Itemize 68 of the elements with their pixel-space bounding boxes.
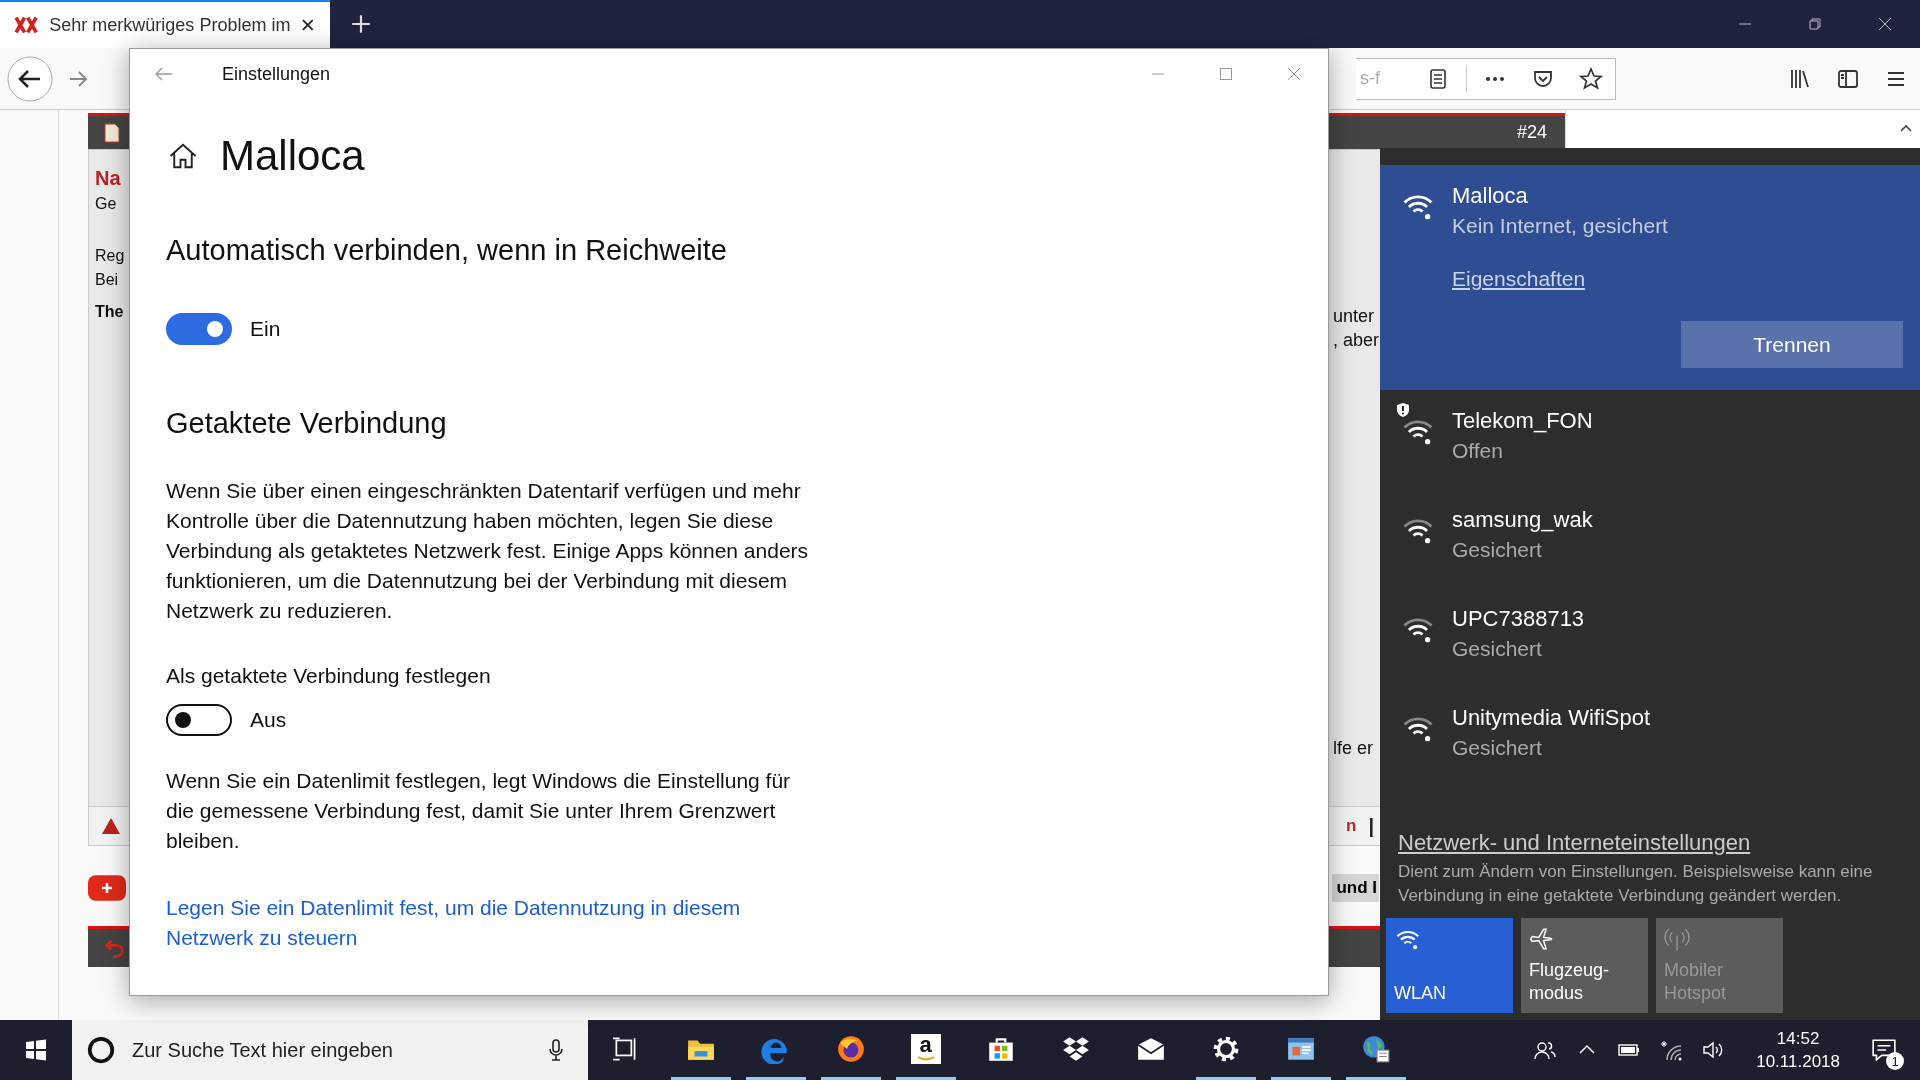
section-heading: Getaktete Verbindung	[166, 406, 447, 441]
search-box[interactable]: Zur Suche Text hier eingeben	[72, 1020, 588, 1080]
post-number: #24	[1516, 122, 1547, 143]
post-text: , aber	[1333, 329, 1381, 352]
network-item[interactable]: Telekom_FON Offen	[1380, 390, 1920, 489]
network-status: Gesichert	[1452, 537, 1543, 563]
network-item[interactable]: Unitymedia WifiSpot Gesichert	[1380, 687, 1920, 786]
circle-icon[interactable]	[86, 1035, 116, 1065]
toggle-switch[interactable]	[166, 313, 232, 345]
description-text: Wenn Sie ein Datenlimit festlegen, legt Windows die Einstellung für die gemessene Verbindung fest, damit Sie unter Ihrem Grenzwert bleiben.	[166, 768, 792, 854]
page-title: Malloca	[220, 131, 365, 181]
description-text: Wenn Sie über einen eingeschränkten Datentarif verfügen und mehr Kontrolle über die Datennutzung haben möchten, legen Sie diese Verbindung als getaktetes Netzwerk fest. Einige Apps können anders funktionieren, um die Datennutzung bei der Verbindung mit diesem Netzwerk zu reduzieren.	[166, 478, 810, 624]
network-name: UPC7388713	[1452, 605, 1585, 633]
home-icon[interactable]	[168, 141, 198, 171]
post-text: Ge	[95, 194, 118, 214]
clock[interactable]: 14:52 10.11.2018	[1742, 1028, 1854, 1072]
tag-label: und I	[1332, 874, 1379, 902]
network-name: Unitymedia WifiSpot	[1452, 704, 1651, 732]
star-icon[interactable]	[1579, 66, 1603, 91]
back-button[interactable]	[6, 54, 54, 103]
toggle-label: Aus	[250, 708, 287, 732]
plus-icon[interactable]	[350, 13, 372, 35]
network-status: Kein Internet, gesichert	[1452, 213, 1668, 239]
setting-label: Als getaktete Verbindung festlegen	[166, 663, 491, 689]
notification-count: 1	[1886, 1052, 1904, 1070]
antenna-icon	[1664, 926, 1690, 952]
network-settings-link[interactable]: Netzwerk- und Interneteinstellungen	[1398, 830, 1751, 856]
post-text: Na	[95, 166, 122, 191]
toggle-label: Ein	[250, 317, 281, 341]
wifi-icon[interactable]	[1659, 1038, 1684, 1062]
tab-title: Sehr merkwüriges Problem im	[49, 14, 291, 36]
network-status: Offen	[1452, 438, 1504, 464]
document-icon	[104, 122, 120, 143]
network-name: Malloca	[1452, 182, 1529, 210]
network-status: Gesichert	[1452, 636, 1543, 662]
window-title: Einstellungen	[222, 63, 331, 85]
post-text: unter	[1333, 305, 1376, 328]
network-item[interactable]: samsung_wak Gesichert	[1380, 489, 1920, 588]
network-name: Telekom_FON	[1452, 407, 1593, 435]
logo-icon	[14, 14, 40, 36]
network-status: Gesichert	[1452, 735, 1543, 761]
properties-link[interactable]: Eigenschaften	[1452, 267, 1586, 291]
browser-icon	[835, 1033, 866, 1064]
disconnect-button[interactable]: Trennen	[1681, 321, 1903, 368]
close-icon[interactable]	[300, 17, 316, 33]
globe-icon	[1360, 1033, 1391, 1064]
data-limit-link[interactable]: Legen Sie ein Datenlimit fest, um die Datennutzung in diesem Netzwerk zu steuern	[166, 893, 806, 953]
post-text: lfe er	[1333, 737, 1375, 760]
post-text: The	[95, 302, 125, 322]
network-name: samsung_wak	[1452, 506, 1593, 534]
quick-action-tile[interactable]: WLAN	[1386, 918, 1513, 1013]
post-text: Reg	[95, 246, 126, 266]
post-text: Bei	[95, 270, 120, 290]
app-icon: a	[910, 1033, 941, 1064]
section-heading: Automatisch verbinden, wenn in Reichweite	[166, 233, 727, 268]
airplane-icon	[1529, 926, 1555, 952]
search-field[interactable]: Zur Suche Text hier eingeben	[130, 1037, 530, 1063]
hint-text: Dient zum Ändern von Einstellungen. Beispielsweise kann eine Verbindung in eine getaktete Verbindung geändert werden.	[1398, 861, 1874, 907]
toggle-switch[interactable]	[166, 704, 232, 736]
post-link[interactable]: n	[1346, 816, 1357, 836]
browser-tab[interactable]: Sehr merkwüriges Problem im	[0, 0, 330, 48]
network-item[interactable]: UPC7388713 Gesichert	[1380, 588, 1920, 687]
windows-start-icon[interactable]	[24, 1038, 48, 1062]
warning-icon[interactable]	[101, 817, 121, 835]
connected-network[interactable]: Malloca Kein Internet, gesichert Eigenschaften Trennen	[1380, 165, 1920, 390]
quick-action-tile[interactable]: Flugzeug-modus	[1521, 918, 1648, 1013]
taskbar-app[interactable]: a	[895, 1020, 956, 1080]
separator-text: |	[1368, 814, 1374, 838]
